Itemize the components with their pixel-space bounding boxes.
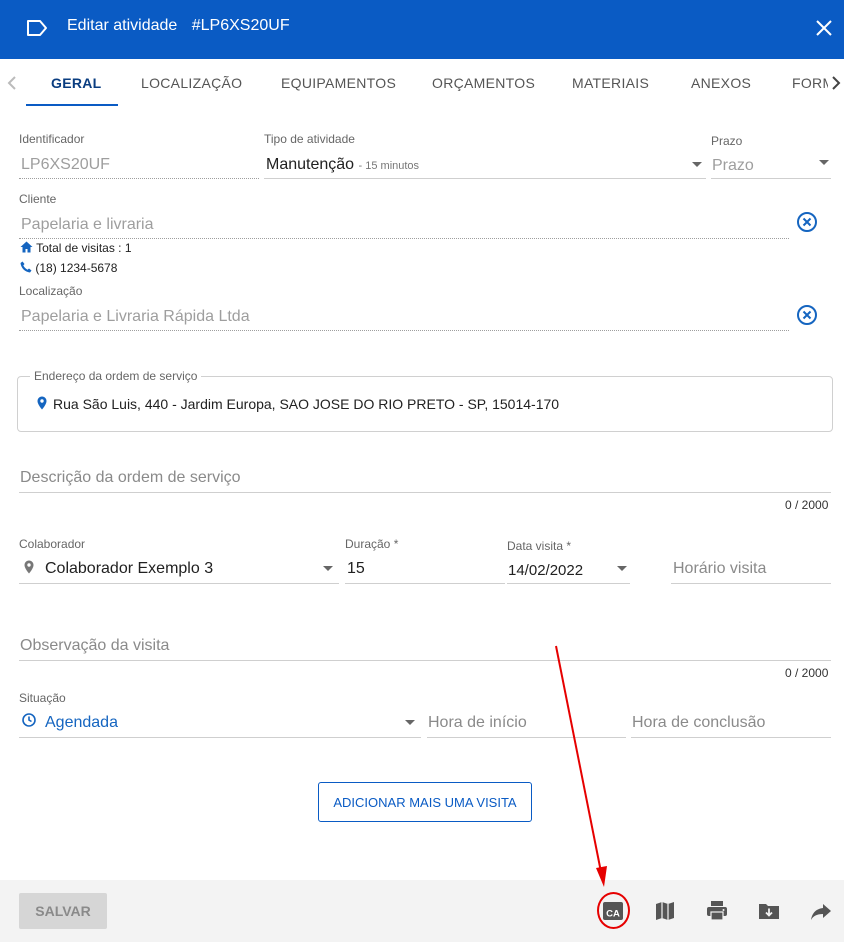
add-visit-button[interactable]: ADICIONAR MAIS UMA VISITA [318,782,532,822]
localizacao-label: Localização [19,284,83,298]
map-button[interactable] [653,899,677,923]
localizacao-field[interactable]: Papelaria e Livraria Rápida Ltda [21,308,250,326]
hora-inicio-input[interactable]: Hora de início [428,714,527,732]
chevron-down-icon[interactable] [692,162,702,167]
tab-anexos[interactable]: ANEXOS [691,75,751,91]
observacao-underline [19,660,831,661]
chevron-down-icon[interactable] [617,566,627,571]
prazo-underline [711,178,831,179]
duracao-label: Duração * [345,537,399,551]
prazo-label: Prazo [711,134,743,148]
tipo-atividade-underline [264,178,706,179]
cliente-visits: Total de visitas : 1 [20,241,132,255]
colaborador-underline [19,583,339,584]
folder-download-button[interactable] [757,899,781,923]
tab-bar: GERAL LOCALIZAÇÃO EQUIPAMENTOS ORÇAMENTO… [0,59,844,107]
title-text: Editar atividade [67,17,178,34]
hora-inicio-underline [427,737,626,738]
hora-conclusao-input[interactable]: Hora de conclusão [632,714,765,732]
tab-orcamentos[interactable]: ORÇAMENTOS [432,75,535,91]
location-pin-icon [37,396,47,410]
situacao-underline [19,737,421,738]
identificador-label: Identificador [19,132,85,146]
descricao-counter: 0 / 2000 [785,498,829,512]
observacao-counter: 0 / 2000 [785,666,829,680]
home-icon [20,241,33,253]
active-tab-indicator [26,104,118,106]
cliente-phone: (18) 1234-5678 [20,261,117,275]
chevron-right-icon[interactable] [828,73,844,93]
prazo-select[interactable]: Prazo [712,157,754,175]
print-button[interactable] [705,899,729,923]
hora-conclusao-underline [631,737,831,738]
annotation-circle [597,892,630,929]
data-visita-underline [507,583,630,584]
visits-text: Total de visitas : 1 [36,241,132,255]
descricao-underline [19,492,831,493]
chevron-down-icon[interactable] [405,720,415,725]
data-visita-select[interactable]: 14/02/2022 [508,562,583,579]
duracao-underline [345,583,505,584]
endereco-label: Endereço da ordem de serviço [30,369,202,383]
duracao-input[interactable]: 15 [347,560,365,578]
situacao-select[interactable]: Agendada [45,714,118,732]
chevron-down-icon[interactable] [819,160,829,165]
dialog-title: Editar atividade #LP6XS20UF [67,17,300,35]
observacao-input[interactable]: Observação da visita [20,637,169,655]
cliente-field[interactable]: Papelaria e livraria [21,216,154,234]
cliente-underline [19,238,789,239]
situacao-label: Situação [19,691,66,705]
phone-text: (18) 1234-5678 [35,261,118,275]
close-icon[interactable] [812,16,836,40]
chevron-down-icon[interactable] [323,566,333,571]
horario-visita-input[interactable]: Horário visita [673,560,766,578]
identificador-underline [19,178,259,179]
activity-code: #LP6XS20UF [191,17,290,34]
tipo-atividade-label: Tipo de atividade [264,132,355,146]
endereco-text: Rua São Luis, 440 - Jardim Europa, SAO J… [53,396,560,412]
folder-download-icon [759,904,779,919]
colaborador-select[interactable]: Colaborador Exemplo 3 [45,560,213,578]
print-icon [707,901,727,921]
tab-equipamentos[interactable]: EQUIPAMENTOS [281,75,396,91]
share-button[interactable] [809,899,833,923]
dialog-header: Editar atividade #LP6XS20UF [0,0,844,59]
dialog-footer: SALVAR CA [0,880,844,942]
location-pin-icon [24,560,34,574]
phone-icon [20,261,32,273]
chevron-left-icon[interactable] [4,73,20,93]
colaborador-label: Colaborador [19,537,86,551]
tab-geral[interactable]: GERAL [51,75,102,91]
tipo-atividade-duration: - 15 minutos [358,160,420,172]
data-visita-label: Data visita * [507,539,572,553]
share-icon [811,904,831,920]
endereco-box: Endereço da ordem de serviço Rua São Lui… [17,369,833,432]
save-button[interactable]: SALVAR [19,893,107,929]
clear-cliente-icon[interactable] [796,211,818,233]
horario-visita-underline [671,583,831,584]
clock-icon [22,713,36,727]
tab-materiais[interactable]: MATERIAIS [572,75,649,91]
tipo-atividade-value: Manutenção [266,156,355,173]
tab-localizacao[interactable]: LOCALIZAÇÃO [141,75,242,91]
localizacao-underline [19,330,789,331]
identificador-field: LP6XS20UF [21,156,110,173]
edit-activity-dialog: Editar atividade #LP6XS20UF GERAL LOCALI… [0,0,844,942]
descricao-input[interactable]: Descrição da ordem de serviço [20,469,241,487]
cliente-label: Cliente [19,192,57,206]
label-icon [27,20,47,36]
clear-localizacao-icon[interactable] [796,304,818,326]
map-icon [656,902,674,920]
tipo-atividade-select[interactable]: Manutenção - 15 minutos [266,156,419,174]
